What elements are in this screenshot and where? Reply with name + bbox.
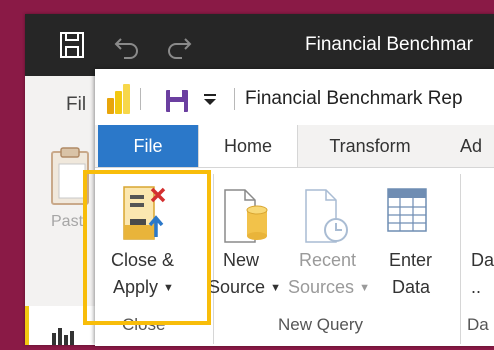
chevron-down-icon: ▼ (359, 282, 370, 294)
highlight-box (83, 170, 211, 325)
new-source-label-1: New (223, 250, 260, 270)
tab-transform[interactable]: Transform (310, 125, 430, 167)
group-divider (213, 174, 214, 344)
quick-access-toolbar: Financial Benchmark Rep (95, 69, 494, 125)
window-title: Financial Benchmark Rep (245, 88, 463, 109)
tab-file[interactable]: File (98, 125, 198, 167)
save-icon[interactable] (59, 31, 85, 64)
window-title: Financial Benchmar (305, 34, 473, 55)
paste-button-label[interactable]: Past (51, 213, 83, 231)
new-source-label-2: Source ▼ (208, 277, 281, 297)
new-source-icon (223, 188, 271, 249)
recent-sources-label-2: Sources ▼ (288, 277, 370, 297)
partial-button-label-2[interactable]: .. (471, 274, 481, 301)
tab-home[interactable]: Home (198, 125, 298, 168)
enter-data-button[interactable]: Enter Data (375, 168, 445, 306)
enter-data-label-2: Data (392, 277, 431, 297)
recent-sources-label-1: Recent (299, 250, 357, 270)
recent-sources-icon (304, 188, 352, 249)
new-source-button[interactable]: New Source ▼ (208, 168, 285, 306)
power-bi-logo-icon (107, 84, 131, 119)
new-query-group-label: New Query (278, 315, 364, 334)
undo-icon[interactable] (113, 31, 141, 64)
recent-sources-button[interactable]: Recent Sources ▼ (285, 168, 375, 306)
title-bar: Financial Benchmar (25, 14, 494, 76)
toolbar-separator (234, 88, 235, 110)
ribbon-tabs: File Home Transform Ad (95, 125, 494, 168)
chevron-down-icon: ▼ (270, 282, 281, 294)
customize-dropdown-icon[interactable] (203, 93, 217, 111)
report-view-icon (51, 324, 75, 350)
enter-data-label-1: Enter (389, 250, 433, 270)
partial-group-label: Da (467, 315, 489, 334)
toolbar-separator (140, 88, 141, 110)
partial-button-label[interactable]: Da (471, 247, 494, 274)
redo-icon[interactable] (165, 31, 193, 64)
tab-add-column[interactable]: Ad (460, 125, 494, 167)
save-icon[interactable] (165, 89, 189, 118)
tab-file[interactable]: Fil (66, 94, 86, 116)
group-divider (460, 174, 461, 344)
enter-data-icon (387, 188, 427, 237)
active-view-indicator (25, 306, 29, 345)
